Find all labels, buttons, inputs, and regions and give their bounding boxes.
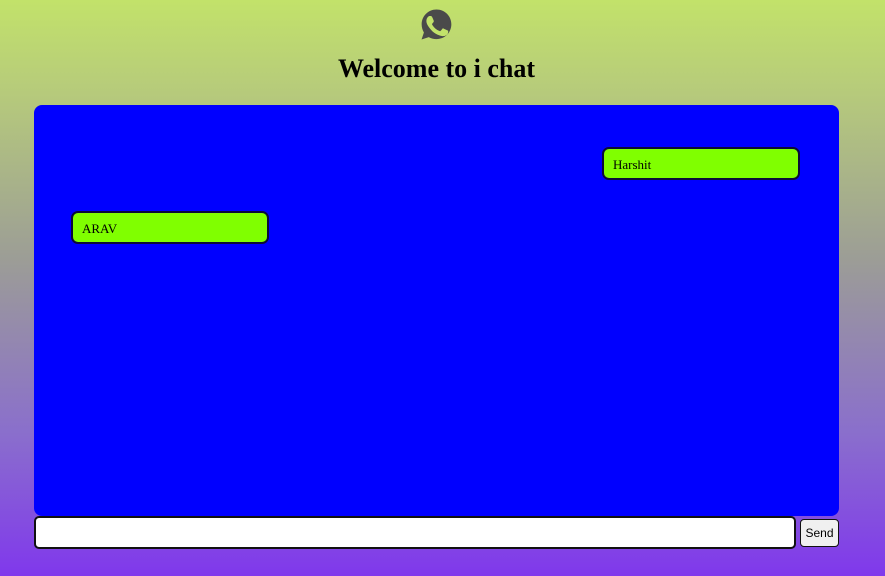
whatsapp-icon — [421, 9, 452, 40]
message-left: ARAV — [71, 211, 269, 244]
message-input[interactable] — [34, 516, 796, 549]
chat-container: Harshit ARAV — [34, 105, 839, 516]
page-title: Welcome to i chat — [337, 54, 536, 83]
send-button[interactable]: Send — [800, 519, 839, 547]
message-right: Harshit — [602, 147, 800, 180]
composer: Send — [34, 516, 839, 550]
